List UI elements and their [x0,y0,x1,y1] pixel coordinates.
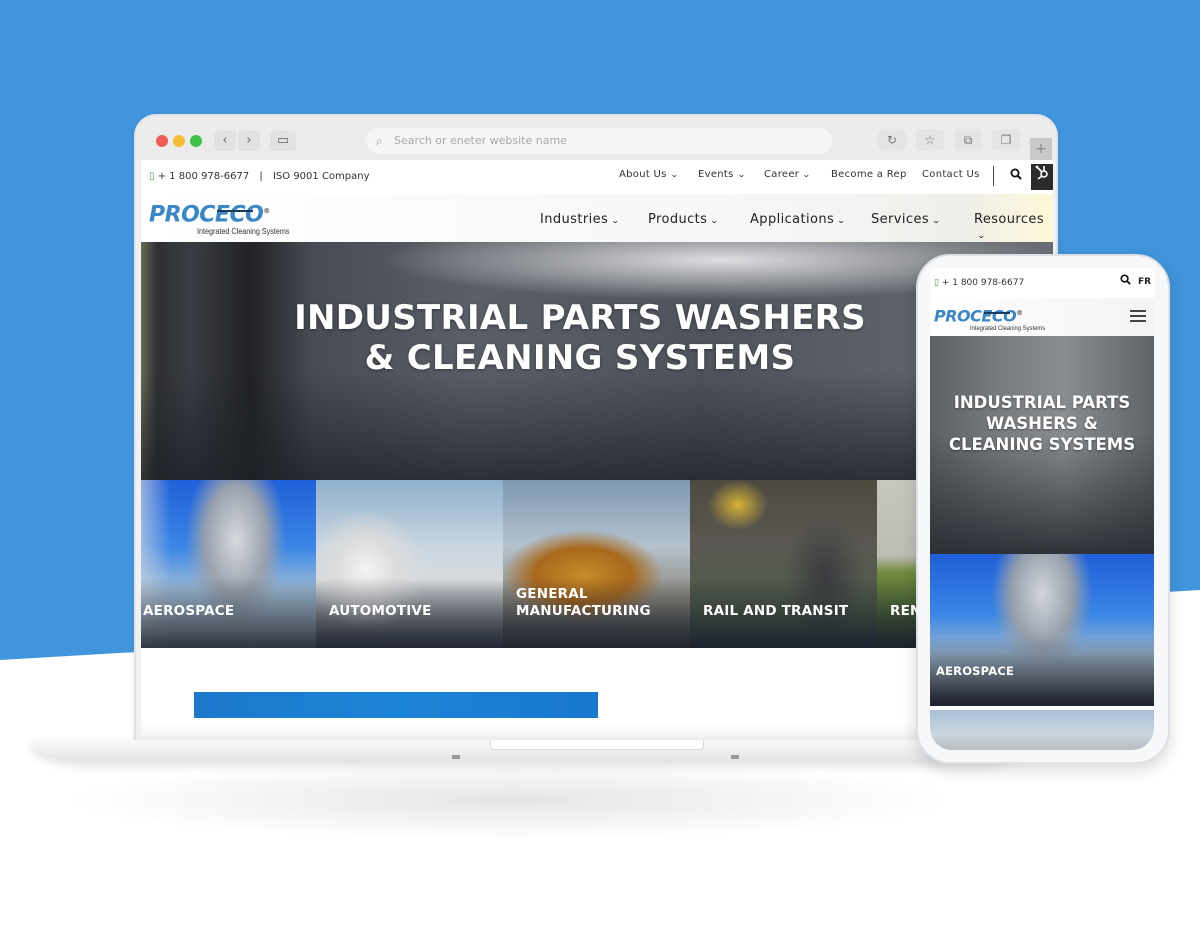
tile-label: AUTOMOTIVE [329,603,432,619]
search-icon[interactable] [1010,168,1022,184]
hero-title-line-2: & CLEANING SYSTEMS [364,338,796,378]
tile-aerospace[interactable]: AEROSPACE [141,480,316,648]
address-bar[interactable]: ⌕ Search or eneter website name [366,128,832,154]
mobile-utility-bar: ▯ + 1 800 978-6677 FR [930,268,1154,298]
nav-industries[interactable]: Industries ⌄ [540,212,621,227]
minimize-window-button[interactable] [173,135,185,147]
top-link-career[interactable]: Career ⌄ [764,169,812,180]
top-link-label: Events [698,169,734,180]
maximize-window-button[interactable] [190,135,202,147]
separator: | [259,171,263,182]
nav-label: Services [871,212,930,227]
chevron-down-icon: ⌄ [736,170,746,179]
top-link-label: Career [764,169,800,180]
contact-info: ▯ + 1 800 978-6677 | ISO 9001 Company [149,171,370,182]
tile-label: RAIL AND TRANSIT [703,603,849,619]
tile-automotive[interactable]: AUTOMOTIVE [316,480,503,648]
hero-title-line-3: CLEANING SYSTEMS [948,435,1136,454]
mobile-search-icon[interactable] [1120,274,1131,288]
address-placeholder: Search or eneter website name [394,134,567,147]
nav-products[interactable]: Products ⌄ [648,212,720,227]
chevron-down-icon: ⌄ [931,216,942,225]
tile-label: AEROSPACE [936,664,1015,678]
hero-title-line-1: INDUSTRIAL PARTS WASHERS [294,298,866,338]
mobile-phone-number[interactable]: + 1 800 978-6677 [942,278,1024,288]
chevron-down-icon: ⌄ [976,231,987,240]
chevron-down-icon: ⌄ [837,216,847,225]
phone-icon: ▯ [149,171,155,182]
hubspot-icon[interactable] [1031,164,1053,190]
tile-label: REN [890,603,922,619]
chevron-down-icon: ⌄ [802,170,812,179]
sidebar-icon[interactable]: ▭ [270,131,296,151]
logo-tagline: Integrated Cleaning Systems [197,227,290,237]
bookmark-icon[interactable]: ☆ [916,129,944,151]
main-navigation: PROCECO® Integrated Cleaning Systems Ind… [141,194,1053,242]
chevron-down-icon: ⌄ [669,170,679,179]
logo-swoosh [217,210,253,212]
back-icon[interactable]: ‹ [214,131,236,151]
hamburger-menu-icon[interactable] [1130,310,1146,322]
search-icon: ⌕ [376,134,383,148]
logo-wordmark: PROCECO® [149,200,319,226]
top-link-contact-us[interactable]: Contact Us [922,169,980,180]
hamburger-line [1130,315,1146,317]
chevron-down-icon: ⌄ [710,216,720,225]
laptop-foot [731,755,739,759]
nav-applications[interactable]: Applications ⌄ [750,212,847,227]
iso-label: ISO 9001 Company [272,171,370,182]
browser-toolbar: ‹ › ▭ ⌕ Search or eneter website name ↻ … [136,116,1056,160]
hero-title-line-1: INDUSTRIAL PARTS [953,393,1131,412]
tile-label: AEROSPACE [143,603,235,619]
nav-label: Products [648,212,708,227]
divider [993,166,994,186]
hamburger-line [1130,320,1146,322]
mobile-contact-info: ▯ + 1 800 978-6677 [934,278,1024,288]
chevron-down-icon: ⌄ [611,216,621,225]
laptop-foot [452,755,460,759]
logo-text: PROCECO [149,202,264,228]
tile-label: GENERAL MANUFACTURING [516,586,651,619]
phone-number-link[interactable]: + 1 800 978-6677 [158,171,250,182]
tabs-icon[interactable]: ❐ [992,129,1020,151]
language-switch[interactable]: FR [1138,277,1151,287]
nav-services[interactable]: Services ⌄ [871,212,942,227]
laptop-notch [490,740,704,750]
share-icon[interactable]: ⧉ [954,129,982,151]
nav-resources[interactable]: Resources ⌄ [974,212,1053,242]
hero-title-line-2: WASHERS & [986,414,1098,433]
nav-label: Resources [974,212,1044,227]
utility-bar: ▯ + 1 800 978-6677 | ISO 9001 Company Ab… [141,160,1053,194]
hamburger-line [1130,310,1146,312]
new-tab-icon[interactable]: + [1030,138,1052,160]
registered-mark: ® [263,207,270,215]
mobile-tile-next-partial[interactable] [930,710,1154,750]
nav-label: Applications [750,212,835,227]
top-link-become-a-rep[interactable]: Become a Rep [831,169,907,180]
forward-icon[interactable]: › [238,131,260,151]
phone-icon: ▯ [934,278,939,288]
proceco-logo[interactable]: PROCECO® Integrated Cleaning Systems [149,200,319,237]
tile-general-manufacturing[interactable]: GENERAL MANUFACTURING [503,480,690,648]
mobile-tile-aerospace[interactable]: AEROSPACE [930,554,1154,706]
hero-title: INDUSTRIAL PARTS WASHERS & CLEANING SYST… [141,298,1019,378]
close-window-button[interactable] [156,135,168,147]
laptop-shadow [60,760,960,840]
top-link-events[interactable]: Events ⌄ [698,169,745,180]
blue-banner-block [194,692,598,718]
mobile-hero-title: INDUSTRIAL PARTS WASHERS & CLEANING SYST… [930,392,1154,455]
top-link-about-us[interactable]: About Us ⌄ [619,169,678,180]
tile-rail-and-transit[interactable]: RAIL AND TRANSIT [690,480,877,648]
reload-icon[interactable]: ↻ [878,129,906,151]
nav-label: Industries [540,212,609,227]
top-link-label: About Us [619,169,667,180]
